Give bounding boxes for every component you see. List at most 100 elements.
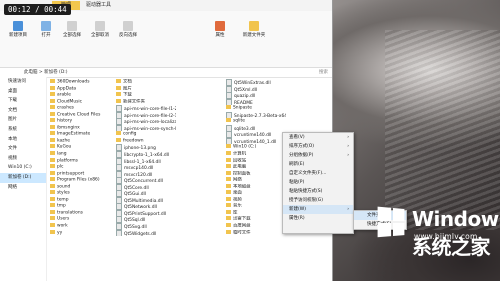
file-name: 新建文件夹 (123, 99, 145, 105)
folder-icon (50, 118, 55, 123)
folder-icon (116, 85, 121, 90)
sidebar-item[interactable]: 视频 (0, 154, 46, 164)
file-name: kazhe (57, 138, 70, 144)
list-item[interactable]: Qt5Widgets.dll (116, 229, 176, 237)
context-menu-item[interactable]: 新建(W) › (283, 205, 353, 214)
folder-icon (50, 196, 55, 201)
sidebar-item[interactable]: 文件 (0, 144, 46, 154)
list-item[interactable]: api-ms-win-core-localization.dll (116, 118, 176, 125)
ribbon-toolbar: 新建项目 打开 全部选择 全部取消 反向选择 属性 新建文件夹 (0, 11, 332, 68)
folder-icon (50, 111, 55, 116)
properties-button[interactable]: 属性 (210, 21, 230, 38)
folder-icon (50, 124, 55, 129)
context-menu-item[interactable]: 排序方式(O) › (283, 142, 353, 151)
list-item[interactable]: 临时文件 (226, 229, 286, 237)
file-name: 音乐 (233, 203, 242, 209)
file-name: lang (57, 151, 67, 157)
sidebar-item[interactable]: 图片 (0, 115, 46, 125)
address-path[interactable]: 此电脑 > 新加卷 (D:) (0, 70, 68, 75)
new-folder-button[interactable]: 新建文件夹 (240, 21, 268, 38)
search-box[interactable]: 搜索 (319, 68, 328, 77)
folder-icon (226, 105, 231, 110)
file-name: arable (57, 92, 71, 98)
invert-icon (123, 21, 133, 31)
new-item-button[interactable]: 新建项目 (6, 21, 30, 38)
file-name: 库 (233, 210, 238, 216)
file-name: 桌面 (233, 190, 242, 196)
file-name: 回收站 (233, 158, 247, 164)
folder-icon (50, 177, 55, 182)
file-name: 下载 (123, 92, 132, 98)
navigation-pane: 快速访问 桌面 下载 文档 图片 系统 本地 文件 视频 Win10 (C:) 新加卷 (D:) 网络 (0, 77, 47, 281)
folder-icon (50, 190, 55, 195)
folder-icon (50, 183, 55, 188)
file-name: AppData (57, 86, 77, 92)
new-folder-icon (249, 21, 259, 31)
file-name: 临时文件 (233, 230, 251, 236)
folder-icon (50, 157, 55, 162)
sidebar-item[interactable]: 系统 (0, 125, 46, 135)
video-timer: 00:12 / 00:44 (4, 4, 71, 15)
folder-icon (50, 151, 55, 156)
folder-icon (226, 164, 231, 169)
file-name: plc (57, 164, 64, 170)
folder-icon (226, 183, 231, 188)
folder-icon (226, 151, 231, 156)
file-name: Creative Cloud Files (57, 112, 101, 118)
file-icon (116, 229, 122, 237)
context-menu-item[interactable]: 属性(R) (283, 214, 353, 223)
folder-icon (50, 164, 55, 169)
context-menu-item[interactable]: 粘贴快捷方式(S) (283, 187, 353, 196)
folder-icon (50, 92, 55, 97)
file-name: history (57, 118, 73, 124)
file-name: 网络 (233, 177, 242, 183)
invert-selection-button[interactable]: 反向选择 (116, 21, 140, 38)
folder-icon (50, 105, 55, 110)
file-column-3: Qt5WinExtras.dll Qt5Xml.dll quazip.dll READ… (226, 79, 286, 236)
sidebar-item[interactable]: 下载 (0, 96, 46, 106)
select-none-button[interactable]: 全部取消 (88, 21, 112, 38)
list-item[interactable]: yy (50, 229, 110, 237)
file-name: 计算机 (233, 151, 247, 157)
file-name: tmp (57, 203, 66, 209)
file-name: Snipaste (233, 105, 252, 111)
file-name: Win10 (C:) (233, 144, 257, 150)
sidebar-item[interactable]: 新加卷 (D:) (0, 172, 46, 183)
folder-icon (50, 144, 55, 149)
chevron-right-icon: › (347, 207, 349, 212)
list-item[interactable]: libcrypto-1_1-x64.dll (116, 151, 176, 158)
sidebar-item[interactable]: 桌面 (0, 87, 46, 97)
context-menu-item[interactable]: 查看(V) › (283, 133, 353, 142)
sidebar-item[interactable]: 网络 (0, 183, 46, 193)
tab-drive-tools[interactable]: 驱动器工具 (86, 1, 111, 10)
folder-icon (116, 92, 121, 97)
file-name: msvcp140.dll (124, 166, 154, 171)
folder-icon (116, 98, 121, 103)
context-menu-item[interactable]: 粘贴(P) (283, 178, 353, 187)
file-name: config (123, 131, 137, 137)
sidebar-item[interactable]: 快速访问 (0, 77, 46, 87)
folder-icon (50, 209, 55, 214)
context-menu-item[interactable]: 刷新(E) (283, 160, 353, 169)
file-name: 图片 (123, 86, 132, 92)
file-name: translations (57, 210, 83, 216)
sidebar-item[interactable]: 文档 (0, 106, 46, 116)
folder-icon (226, 229, 231, 234)
list-item[interactable]: api-ms-win-core-file-l1-2-0.dll (116, 105, 176, 112)
select-none-icon (95, 21, 105, 31)
sidebar-item[interactable]: 本地 (0, 135, 46, 145)
open-button[interactable]: 打开 (36, 21, 56, 38)
file-name: temp (57, 197, 69, 203)
folder-icon (226, 216, 231, 221)
context-menu-item[interactable]: 分组依据(P) › (283, 151, 353, 160)
sidebar-item[interactable]: Win10 (C:) (0, 163, 46, 173)
select-all-button[interactable]: 全部选择 (60, 21, 84, 38)
file-name: work (57, 223, 68, 229)
file-name: 本地磁盘 (233, 184, 251, 190)
select-all-icon (67, 21, 77, 31)
background-hair-texture (385, 30, 500, 230)
context-menu-item[interactable]: 自定义文件夹(F)... (283, 169, 353, 178)
folder-icon (50, 170, 55, 175)
file-name: sound (57, 184, 71, 190)
context-menu-item[interactable]: 授予访问权限(G) (283, 196, 353, 205)
